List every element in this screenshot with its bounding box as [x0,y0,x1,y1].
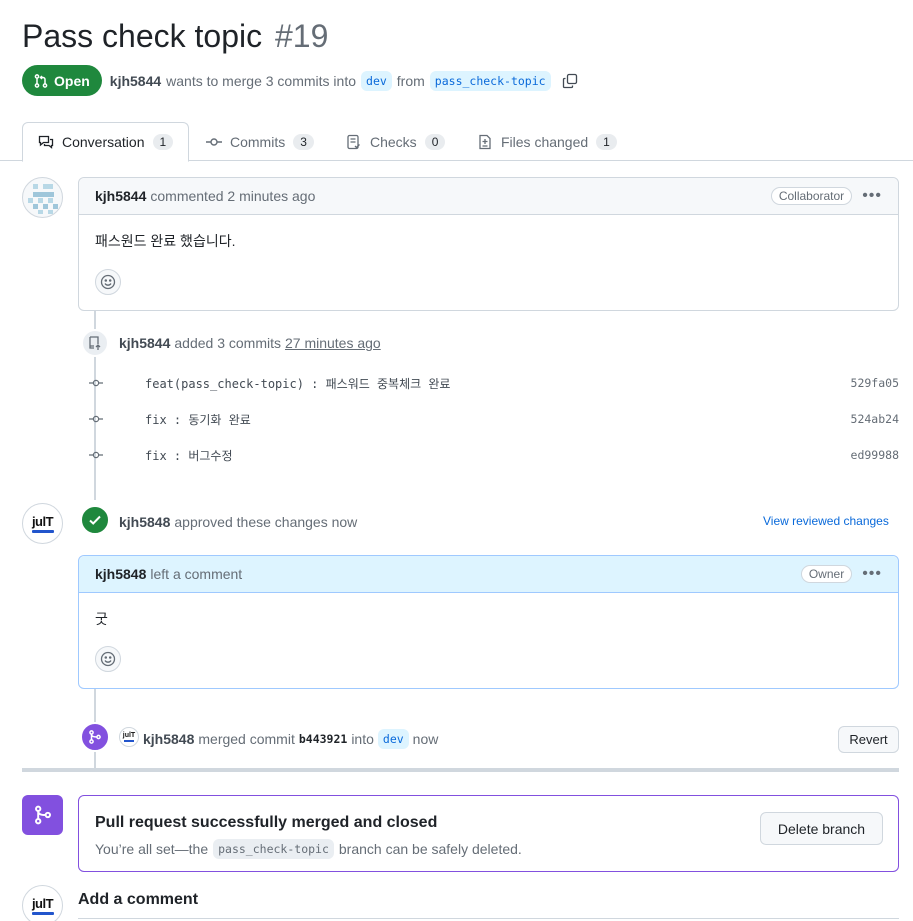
pr-status-row: Open kjh5844 wants to merge 3 commits in… [22,65,578,96]
check-icon [80,505,110,535]
comment-card: kjh5848 left a comment Owner ••• 굿 [78,555,899,689]
merge-status-box: Pull request successfully merged and clo… [78,795,899,872]
merge-status-title: Pull request successfully merged and clo… [95,814,438,831]
state-badge: Open [22,65,102,96]
comment-body: 굿 [95,611,108,627]
tab-conversation[interactable]: Conversation 1 [22,122,190,162]
tab-count: 3 [293,133,314,150]
tab-label: Commits [230,133,286,150]
commit-icon [89,448,103,462]
from-text: from [396,72,425,89]
delete-branch-button[interactable]: Delete branch [760,812,883,845]
smiley-icon [100,651,116,667]
comment-body: 패스원드 완료 했습니다. [95,233,236,249]
event-author[interactable]: kjh5844 [119,335,170,351]
merge-commit-sha[interactable]: b443921 [299,732,347,746]
tab-count: 1 [596,133,617,150]
event-time[interactable]: 27 minutes ago [285,335,381,351]
review-event-text: kjh5848 approved these changes now [119,514,357,530]
avatar-logo-text: julT [31,513,54,529]
comment-author[interactable]: kjh5844 [95,188,146,204]
avatar[interactable]: julT [22,503,63,544]
avatar[interactable] [22,177,63,218]
pr-tabs: Conversation 1 Commits 3 Checks 0 Files … [0,122,913,162]
kebab-menu-icon[interactable]: ••• [862,565,882,583]
git-merge-icon [80,722,110,752]
commit-message[interactable]: fix : 동기화 완료 [145,411,251,428]
into-text: into [351,731,374,747]
pr-title: Pass check topic [22,18,263,54]
tab-commits[interactable]: Commits 3 [191,122,329,161]
pr-number: #19 [275,18,329,54]
pull-request-icon [34,73,48,88]
avatar-logo-text: julT [122,732,136,740]
git-merge-icon [22,795,63,835]
summary-text: wants to merge 3 commits into [166,72,357,89]
commit-sha[interactable]: 529fa05 [851,376,899,390]
commit-message[interactable]: feat(pass_check-topic) : 패스워드 중복체크 완료 [145,375,450,392]
page-title: Pass check topic #19 [22,18,328,55]
state-label: Open [54,72,90,89]
avatar-logo-text: julT [31,895,54,911]
merge-status-subtitle: You’re all set—the pass_check-topic bran… [95,839,522,859]
commit-message[interactable]: fix : 버그수정 [145,447,233,464]
event-action: approved these changes now [174,514,358,530]
comment-discussion-icon [38,135,54,149]
comment-header: kjh5848 left a comment Owner ••• [79,556,898,593]
commit-sha[interactable]: 524ab24 [851,412,899,426]
tab-label: Files changed [501,133,589,150]
tab-files-changed[interactable]: Files changed 1 [462,122,632,161]
tab-label: Checks [370,133,417,150]
copy-icon[interactable] [562,73,578,89]
event-time: now [412,731,439,747]
tab-count: 0 [424,133,446,150]
smiley-icon [100,274,116,290]
commits-event-text: kjh5844 added 3 commits 27 minutes ago [119,335,381,351]
head-branch[interactable]: pass_check-topic [429,70,551,91]
tab-checks[interactable]: Checks 0 [331,122,460,161]
comment-author[interactable]: kjh5848 [95,566,146,582]
comment-card: kjh5844 commented 2 minutes ago Collabor… [78,177,899,311]
list-item: fix : 버그수정 ed99988 [85,443,899,467]
checklist-icon [347,134,360,149]
divider [78,918,899,919]
divider [22,768,899,772]
add-reaction-button[interactable] [95,269,121,295]
role-badge: Owner [800,565,853,583]
list-item: fix : 동기화 완료 524ab24 [85,407,899,431]
commit-icon [206,137,222,146]
subtitle-pre: You’re all set—the [95,841,209,857]
add-reaction-button[interactable] [95,646,121,672]
base-branch[interactable]: dev [361,70,392,91]
avatar[interactable]: julT [22,885,63,921]
comment-header: kjh5844 commented 2 minutes ago Collabor… [79,178,898,215]
tab-count: 1 [152,134,174,150]
avatar[interactable]: julT [119,727,139,747]
add-comment-title: Add a comment [78,891,199,908]
list-item: feat(pass_check-topic) : 패스워드 중복체크 완료 52… [85,371,899,395]
event-author[interactable]: kjh5848 [143,731,194,747]
file-diff-icon [479,134,491,149]
commit-icon [89,412,103,426]
role-badge: Collaborator [770,187,853,205]
event-action: merged commit [198,731,295,747]
view-reviewed-changes-link[interactable]: View reviewed changes [763,514,889,528]
revert-button[interactable]: Revert [838,726,899,753]
kebab-menu-icon[interactable]: ••• [862,187,882,205]
repo-push-icon [81,329,109,357]
head-branch[interactable]: pass_check-topic [213,839,334,859]
event-author[interactable]: kjh5848 [119,514,170,530]
event-action: added 3 commits [174,335,281,351]
comment-meta[interactable]: commented 2 minutes ago [150,188,315,204]
pr-summary: kjh5844 wants to merge 3 commits into de… [110,70,578,91]
comment-meta: left a comment [150,566,243,582]
tab-label: Conversation [62,134,145,150]
merge-event-text: kjh5848 merged commit b443921 into dev n… [143,729,438,749]
commit-icon [89,376,103,390]
author-link[interactable]: kjh5844 [110,73,161,89]
commit-sha[interactable]: ed99988 [851,448,899,462]
base-branch[interactable]: dev [377,729,409,749]
subtitle-post: branch can be safely deleted. [338,841,522,857]
